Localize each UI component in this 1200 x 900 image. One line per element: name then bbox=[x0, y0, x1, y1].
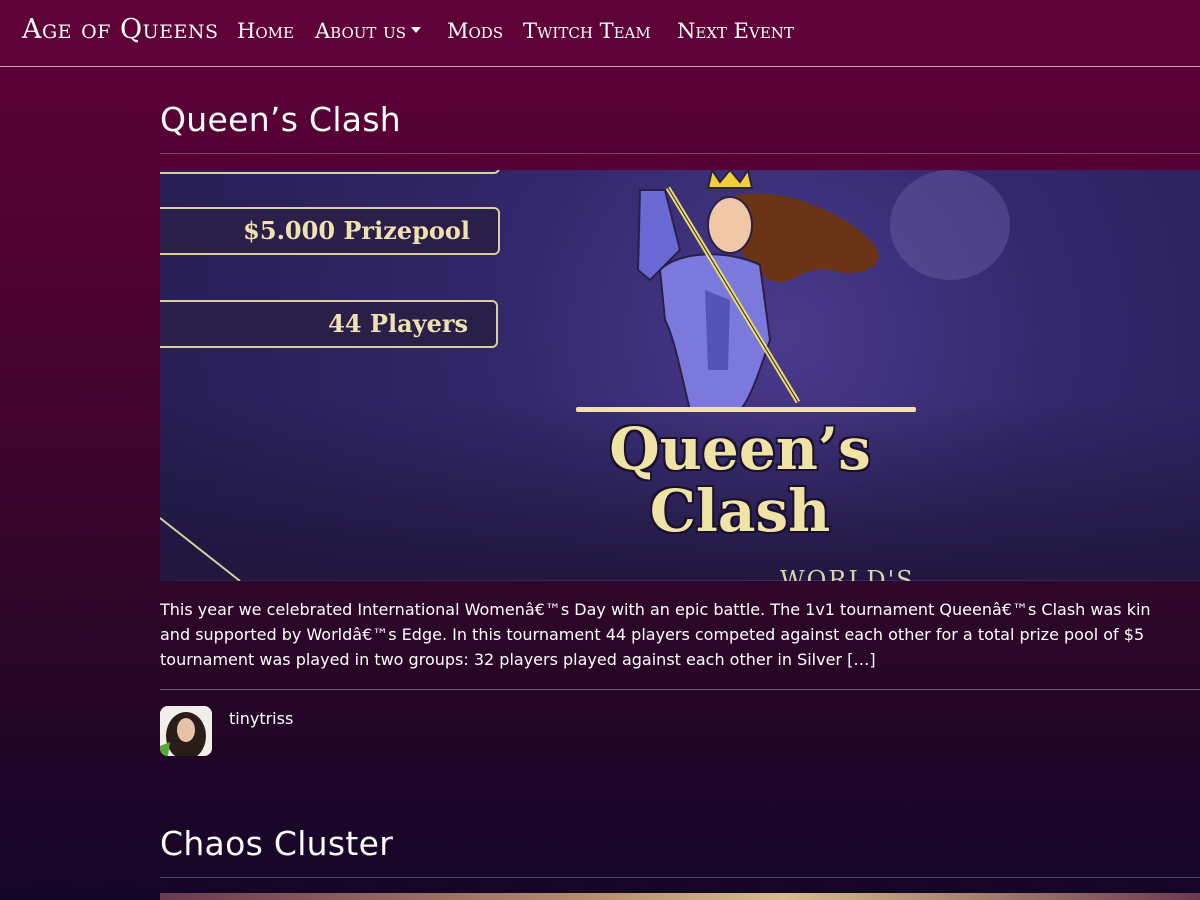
divider bbox=[160, 689, 1200, 690]
avatar[interactable] bbox=[160, 706, 212, 756]
queen-illustration bbox=[636, 170, 879, 410]
chevron-down-icon bbox=[411, 26, 422, 33]
divider bbox=[160, 153, 1200, 154]
banner-title: Queen’s Clash bbox=[609, 415, 871, 545]
banner-pill-players: 44 Players bbox=[160, 300, 498, 348]
post-banner-image[interactable] bbox=[160, 893, 1200, 900]
post-excerpt: This year we celebrated International Wo… bbox=[160, 597, 1200, 672]
post-title-link[interactable]: Queen’s Clash bbox=[160, 100, 401, 139]
banner-divider-line bbox=[576, 407, 916, 412]
banner-pill-top bbox=[160, 170, 500, 174]
excerpt-line: and supported by Worldâ€™s Edge. In this… bbox=[160, 625, 1145, 644]
top-navbar: Age of Queens Home About us Mods Twitch … bbox=[0, 0, 1200, 67]
divider bbox=[160, 877, 1200, 878]
nav-item-next-event[interactable]: Next Event bbox=[677, 19, 794, 43]
banner-pill-prizepool: $5.000 Prizepool bbox=[160, 207, 500, 255]
author-photo bbox=[160, 706, 212, 756]
author-name-link[interactable]: tinytriss bbox=[229, 709, 293, 728]
nav-item-twitch-team[interactable]: Twitch Team bbox=[523, 19, 651, 43]
corner-ornament bbox=[160, 517, 241, 581]
site-brand-link[interactable]: Age of Queens bbox=[22, 14, 219, 45]
banner-subtitle: WORLD'S bbox=[780, 566, 915, 581]
nav-item-home[interactable]: Home bbox=[237, 19, 294, 43]
post-banner-image[interactable]: $5.000 Prizepool 44 Players Queen’s Clas… bbox=[160, 170, 1200, 581]
excerpt-line: This year we celebrated International Wo… bbox=[160, 600, 1151, 619]
nav-item-mods[interactable]: Mods bbox=[447, 19, 503, 43]
nav-item-about-us[interactable]: About us bbox=[315, 19, 422, 43]
excerpt-line: tournament was played in two groups: 32 … bbox=[160, 650, 876, 669]
nav-item-about-us-label: About us bbox=[315, 19, 407, 43]
post-title-link[interactable]: Chaos Cluster bbox=[160, 824, 393, 863]
